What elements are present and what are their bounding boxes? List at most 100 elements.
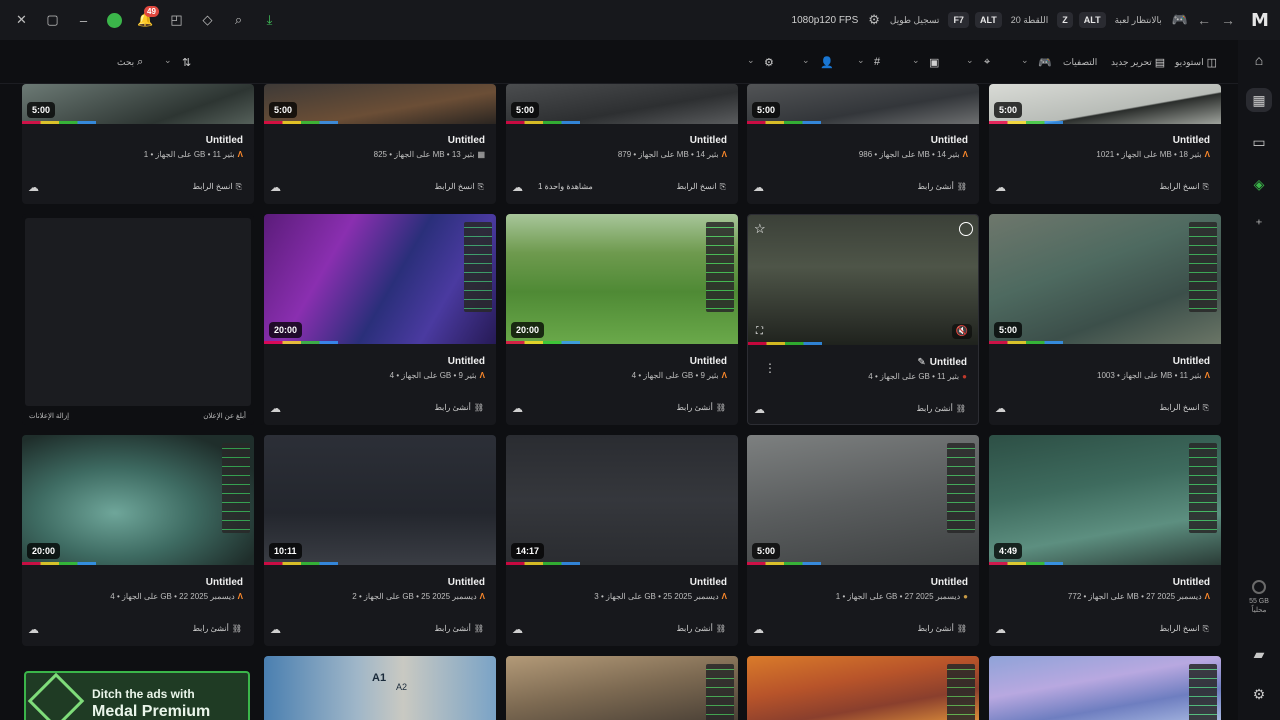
clip-card[interactable]: 20:00 Untitled على الجهاز • 4 GB • 22 دي…: [22, 435, 254, 646]
forward-arrow-icon[interactable]: →: [1216, 12, 1240, 28]
clip-thumbnail[interactable]: 20:00: [264, 214, 496, 344]
capture-button[interactable]: استوديو ◫: [1175, 54, 1217, 70]
clip-card[interactable]: 5:00 Untitled على الجهاز • 879 MB • بثير…: [506, 84, 738, 204]
sidebar-item-premium[interactable]: ◈: [1238, 170, 1280, 198]
clip-card[interactable]: [747, 656, 979, 720]
more-options-icon[interactable]: ⋮: [764, 361, 776, 375]
clip-title[interactable]: Untitled: [448, 356, 485, 367]
close-window-button[interactable]: ✕: [6, 0, 37, 40]
clip-thumbnail[interactable]: 5:00: [747, 84, 979, 124]
clip-title[interactable]: ✎ Untitled: [917, 357, 967, 368]
sidebar-item-settings[interactable]: ⚙: [1238, 680, 1280, 708]
status-indicator[interactable]: [99, 0, 130, 40]
clip-title[interactable]: Untitled: [1173, 577, 1210, 588]
cloud-upload-icon[interactable]: ☁: [270, 181, 286, 194]
mute-icon[interactable]: 🔇: [951, 324, 972, 339]
clip-card[interactable]: A1 A2: [264, 656, 496, 720]
clip-card[interactable]: 5:00 Untitled على الجهاز • 1021 MB • بثي…: [989, 84, 1221, 204]
clip-thumbnail[interactable]: [747, 656, 979, 720]
clip-thumbnail[interactable]: 5:00: [506, 84, 738, 124]
clip-thumbnail[interactable]: [506, 656, 738, 720]
clip-card[interactable]: 10:11 Untitled على الجهاز • 2 GB • 25 دي…: [264, 435, 496, 646]
create-link-button[interactable]: أنشئ رابط ⛓: [192, 624, 242, 633]
cloud-upload-icon[interactable]: ☁: [270, 402, 286, 415]
clip-thumbnail[interactable]: 5:00: [989, 214, 1221, 344]
game-filter-button[interactable]: 🎮: [1038, 54, 1052, 70]
remove-ads-link[interactable]: إزالة الإعلانات: [29, 412, 69, 420]
create-link-button[interactable]: أنشئ رابط ⛓: [434, 403, 484, 412]
clip-card[interactable]: 4:49 Untitled على الجهاز • 772 MB • 27 د…: [989, 435, 1221, 646]
clip-thumbnail[interactable]: 10:11: [264, 435, 496, 565]
settings-filter-chevron-down-icon[interactable]: ⌄: [747, 55, 755, 66]
clip-card[interactable]: 5:00 Untitled على الجهاز • 986 MB • بثير…: [747, 84, 979, 204]
clip-thumbnail[interactable]: 20:00: [506, 214, 738, 344]
cloud-upload-icon[interactable]: ☁: [512, 402, 528, 415]
tag-filter-chevron-down-icon[interactable]: ⌄: [857, 55, 865, 66]
new-edit-button[interactable]: تحرير جديد ▤: [1111, 54, 1165, 70]
copy-link-button[interactable]: انسخ الرابط ⎘: [1160, 403, 1210, 413]
notifications-button[interactable]: 🔔 49: [130, 0, 161, 40]
game-filter-chevron-down-icon[interactable]: ⌄: [1021, 55, 1029, 66]
media-filter-chevron-down-icon[interactable]: ⌄: [912, 55, 920, 66]
premium-ad-banner[interactable]: Ditch the ads with Medal Premium: [24, 671, 250, 720]
clip-thumbnail[interactable]: 5:00: [747, 435, 979, 565]
sort-button[interactable]: ⇅: [182, 54, 191, 70]
copy-link-button[interactable]: انسخ الرابط ⎘: [677, 182, 727, 192]
cloud-upload-icon[interactable]: ☁: [995, 181, 1011, 194]
copy-link-button[interactable]: انسخ الرابط ⎘: [1160, 182, 1210, 192]
clip-card[interactable]: 20:00 Untitled على الجهاز • 4 GB • بثير …: [506, 214, 738, 425]
clip-title[interactable]: Untitled: [690, 135, 727, 146]
download-button[interactable]: ⤓: [254, 0, 285, 40]
fullscreen-icon[interactable]: ⛶: [756, 326, 763, 337]
media-filter-button[interactable]: ▣: [929, 54, 939, 70]
clip-card-hovered[interactable]: ☆ ⛶ 🔇 ⋮ ✎ Untitled على الجهاز • 4 GB • بث…: [747, 214, 979, 425]
cloud-upload-icon[interactable]: ☁: [995, 623, 1011, 636]
copy-link-button[interactable]: انسخ الرابط ⎘: [435, 182, 485, 192]
edit-pencil-icon[interactable]: ✎: [917, 357, 925, 368]
clip-card[interactable]: [506, 656, 738, 720]
location-filter-chevron-down-icon[interactable]: ⌄: [966, 55, 974, 66]
sidebar-item-library[interactable]: ▦: [1238, 86, 1280, 114]
search-field[interactable]: بحث ⌕: [117, 54, 143, 70]
clip-thumbnail[interactable]: 5:00: [22, 84, 254, 124]
copy-link-button[interactable]: انسخ الرابط ⎘: [1160, 624, 1210, 634]
cloud-upload-icon[interactable]: ☁: [995, 402, 1011, 415]
clip-title[interactable]: Untitled: [931, 577, 968, 588]
clip-card[interactable]: 20:00 Untitled على الجهاز • 4 GB • بثير …: [264, 214, 496, 425]
sort-chevron-down-icon[interactable]: ⌄: [164, 55, 172, 66]
settings-filter-button[interactable]: ⚙: [764, 54, 774, 70]
location-filter-button[interactable]: ⌖: [984, 54, 990, 70]
clip-title[interactable]: Untitled: [206, 577, 243, 588]
clip-thumbnail[interactable]: 5:00: [989, 84, 1221, 124]
discord-button[interactable]: ◰: [161, 0, 192, 40]
clip-card[interactable]: 5:00 Untitled على الجهاز • 1003 MB • بثي…: [989, 214, 1221, 425]
clip-title[interactable]: Untitled: [448, 135, 485, 146]
storage-indicator[interactable]: 55 GB محلياً: [1238, 580, 1280, 615]
user-filter-chevron-down-icon[interactable]: ⌄: [802, 55, 810, 66]
back-arrow-icon[interactable]: ←: [1192, 12, 1216, 28]
report-ad-link[interactable]: أبلغ عن الإعلان: [203, 412, 246, 420]
clip-card[interactable]: 5:00 Untitled على الجهاز • 825 MB • بثير…: [264, 84, 496, 204]
clip-thumbnail[interactable]: 5:00: [264, 84, 496, 124]
clip-title[interactable]: Untitled: [448, 577, 485, 588]
clip-card[interactable]: [989, 656, 1221, 720]
clip-card[interactable]: 14:17 Untitled على الجهاز • 3 GB • 25 دي…: [506, 435, 738, 646]
minimize-window-button[interactable]: –: [68, 0, 99, 40]
maximize-window-button[interactable]: ▢: [37, 0, 68, 40]
clip-thumbnail[interactable]: 14:17: [506, 435, 738, 565]
clip-thumbnail[interactable]: 20:00: [22, 435, 254, 565]
sidebar-item-add-friend[interactable]: ⁺: [1238, 210, 1280, 238]
create-link-button[interactable]: أنشئ رابط ⛓: [676, 403, 726, 412]
filters-label[interactable]: التصفيات: [1063, 54, 1097, 70]
copy-link-button[interactable]: انسخ الرابط ⎘: [193, 182, 243, 192]
clip-thumbnail[interactable]: A1 A2: [264, 656, 496, 720]
clip-title[interactable]: Untitled: [1173, 135, 1210, 146]
cloud-upload-icon[interactable]: ☁: [512, 181, 528, 194]
cloud-upload-icon[interactable]: ☁: [270, 623, 286, 636]
clip-title[interactable]: Untitled: [931, 135, 968, 146]
create-link-button[interactable]: أنشئ رابط ⛓: [434, 624, 484, 633]
create-link-button[interactable]: أنشئ رابط ⛓: [917, 624, 967, 633]
clip-thumbnail[interactable]: ☆ ⛶ 🔇: [748, 215, 978, 345]
cloud-upload-icon[interactable]: ☁: [28, 181, 44, 194]
sidebar-item-help[interactable]: ▰: [1238, 640, 1280, 668]
